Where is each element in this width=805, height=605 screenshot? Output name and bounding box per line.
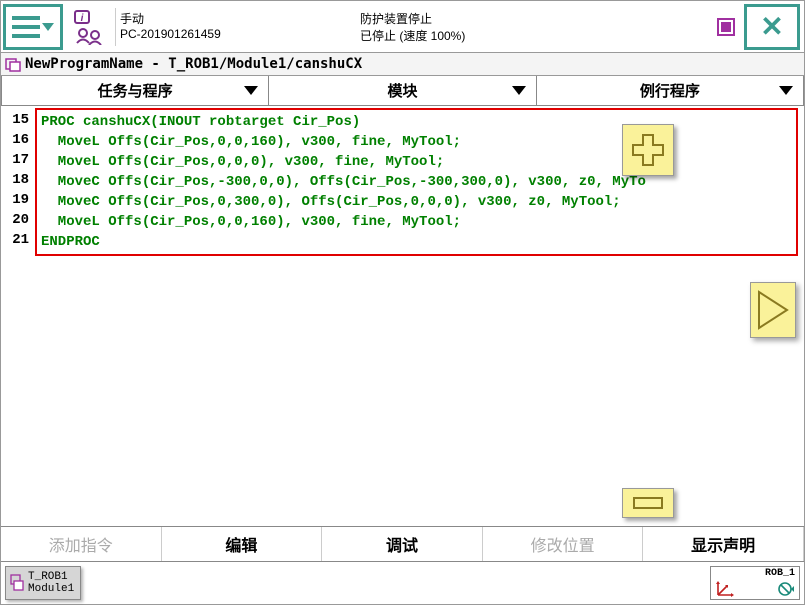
show-declaration-button[interactable]: 显示声明 xyxy=(643,527,804,561)
rob-chip[interactable]: ROB_1 xyxy=(710,566,800,600)
code-editor[interactable]: 15161718192021 PROC canshuCX(INOUT robta… xyxy=(1,106,804,526)
line-number: 20 xyxy=(1,210,29,230)
jog-icon xyxy=(775,580,795,598)
code-line[interactable]: MoveL Offs(Cir_Pos,0,0,160), v300, fine,… xyxy=(41,132,792,152)
code-line[interactable]: ENDPROC xyxy=(41,232,792,252)
code-line[interactable]: PROC canshuCX(INOUT robtarget Cir_Pos) xyxy=(41,112,792,132)
chevron-down-icon xyxy=(779,86,793,95)
close-icon: ✕ xyxy=(760,10,783,43)
hamburger-icon xyxy=(12,16,40,38)
close-button[interactable]: ✕ xyxy=(744,4,800,50)
chevron-down-icon xyxy=(512,86,526,95)
edit-button[interactable]: 编辑 xyxy=(162,527,323,561)
program-icon xyxy=(5,56,21,72)
guard-label: 防护装置停止 xyxy=(360,10,432,27)
rob-label: ROB_1 xyxy=(715,568,795,579)
line-number: 16 xyxy=(1,130,29,150)
status-info: 手动 防护装置停止 PC-201901261459 已停止 (速度 100%) xyxy=(115,8,708,46)
mode-label: 手动 xyxy=(120,10,360,27)
task-line2: Module1 xyxy=(28,583,74,595)
stop-label: 已停止 (速度 100%) xyxy=(360,27,465,44)
run-button[interactable] xyxy=(750,282,796,338)
main-menu-button[interactable] xyxy=(3,4,63,50)
coord-icon xyxy=(715,580,737,598)
code-line[interactable]: MoveC Offs(Cir_Pos,0,300,0), Offs(Cir_Po… xyxy=(41,192,792,212)
task-line1: T_ROB1 xyxy=(28,571,74,583)
task-chip[interactable]: T_ROB1 Module1 xyxy=(5,566,81,600)
line-number: 21 xyxy=(1,230,29,250)
code-line[interactable]: MoveC Offs(Cir_Pos,-300,0,0), Offs(Cir_P… xyxy=(41,172,792,192)
debug-button[interactable]: 调试 xyxy=(322,527,483,561)
breadcrumb: NewProgramName - T_ROB1/Module1/canshuCX xyxy=(1,53,804,76)
line-number: 18 xyxy=(1,170,29,190)
code-line[interactable]: MoveL Offs(Cir_Pos,0,0,160), v300, fine,… xyxy=(41,212,792,232)
chevron-down-icon xyxy=(244,86,258,95)
device-label: PC-201901261459 xyxy=(120,27,360,44)
tab-module[interactable]: 模块 xyxy=(269,76,536,105)
line-gutter: 15161718192021 xyxy=(1,106,35,256)
tab-routine[interactable]: 例行程序 xyxy=(537,76,804,105)
modify-position-button[interactable]: 修改位置 xyxy=(483,527,644,561)
zoom-out-button[interactable] xyxy=(622,488,674,518)
code-line[interactable]: MoveL Offs(Cir_Pos,0,0,0), v300, fine, M… xyxy=(41,152,792,172)
chevron-down-icon xyxy=(42,23,54,31)
add-instruction-button[interactable]: 添加指令 xyxy=(1,527,162,561)
zoom-in-button[interactable] xyxy=(622,124,674,176)
line-number: 17 xyxy=(1,150,29,170)
line-number: 19 xyxy=(1,190,29,210)
module-icon[interactable] xyxy=(712,17,740,37)
plus-icon xyxy=(628,130,668,170)
help-icon[interactable]: i xyxy=(67,4,111,50)
code-body[interactable]: PROC canshuCX(INOUT robtarget Cir_Pos) M… xyxy=(35,108,798,256)
tab-task-program[interactable]: 任务与程序 xyxy=(1,76,269,105)
minus-icon xyxy=(628,494,668,512)
svg-text:i: i xyxy=(81,13,84,24)
task-icon xyxy=(10,569,24,597)
line-number: 15 xyxy=(1,110,29,130)
play-icon xyxy=(755,288,791,332)
breadcrumb-text: NewProgramName - T_ROB1/Module1/canshuCX xyxy=(25,56,362,72)
